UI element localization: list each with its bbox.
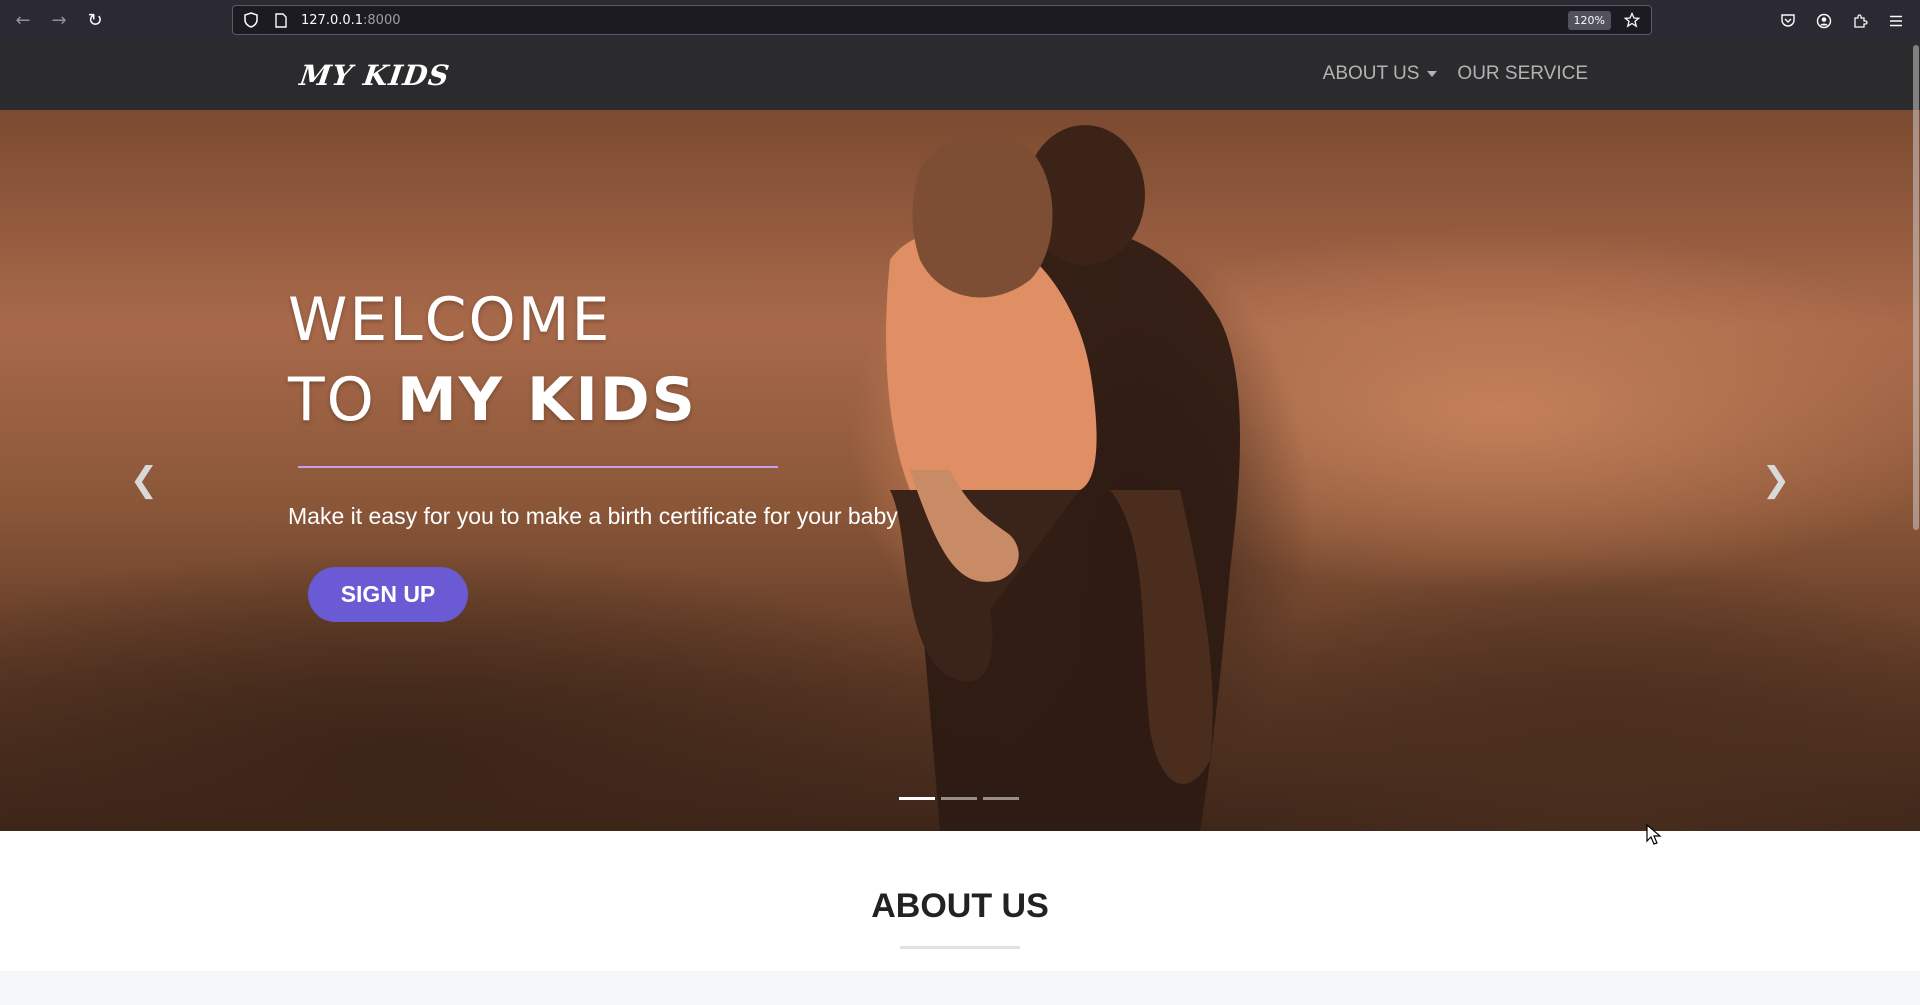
menu-icon[interactable] (1878, 3, 1914, 39)
hero-title-line1: WELCOME (288, 285, 612, 355)
nav-menu: ABOUT US OUR SERVICE (1323, 63, 1588, 85)
about-divider (900, 946, 1020, 949)
address-bar[interactable]: 127.0.0.1:8000 120% (232, 5, 1652, 35)
back-icon[interactable]: ← (5, 3, 41, 39)
about-title: ABOUT US (871, 887, 1049, 925)
carousel-next-icon[interactable]: ❯ (1761, 460, 1791, 500)
extensions-icon[interactable] (1842, 3, 1878, 39)
section-band (0, 971, 1920, 1005)
zoom-level[interactable]: 120% (1567, 11, 1611, 30)
hero-title-prefix: TO (288, 365, 397, 435)
reload-icon[interactable]: ↻ (77, 3, 113, 39)
sign-up-button[interactable]: SIGN UP (308, 567, 468, 622)
carousel-indicator-1[interactable] (899, 797, 935, 800)
nav-item-label: OUR SERVICE (1457, 63, 1588, 84)
hero-subtitle: Make it easy for you to make a birth cer… (288, 503, 898, 529)
brand-logo[interactable]: MY KIDS (298, 59, 452, 92)
hero-caption: WELCOME TO MY KIDS (288, 280, 697, 440)
toolbar-right-icons (1770, 0, 1914, 41)
shield-icon[interactable] (239, 8, 263, 32)
hero-divider (298, 466, 778, 468)
hero-carousel: WELCOME TO MY KIDS Make it easy for you … (0, 110, 1920, 831)
hero-title: WELCOME TO MY KIDS (288, 280, 697, 440)
nav-item-our-service[interactable]: OUR SERVICE (1457, 63, 1588, 85)
about-section: ABOUT US (0, 831, 1920, 971)
carousel-indicators (899, 797, 1019, 800)
caret-down-icon (1427, 71, 1438, 77)
page-icon (269, 8, 293, 32)
hero-photo (886, 125, 1240, 831)
pocket-icon[interactable] (1770, 3, 1806, 39)
hero-title-strong: MY KIDS (396, 365, 697, 435)
bookmark-star-icon[interactable] (1621, 9, 1643, 31)
carousel-indicator-3[interactable] (983, 797, 1019, 800)
scrollbar-thumb[interactable] (1913, 45, 1919, 530)
carousel-prev-icon[interactable]: ❮ (129, 460, 159, 500)
url-host: 127.0.0.1 (301, 12, 364, 28)
page-scrollbar[interactable] (1912, 41, 1920, 1005)
site-navbar: MY KIDS ABOUT US OUR SERVICE (0, 41, 1920, 110)
account-icon[interactable] (1806, 3, 1842, 39)
mouse-cursor-icon (1646, 824, 1662, 845)
forward-icon[interactable]: → (41, 3, 77, 39)
carousel-indicator-2[interactable] (941, 797, 977, 800)
url-text: 127.0.0.1:8000 (301, 13, 401, 28)
nav-item-label: ABOUT US (1322, 63, 1420, 84)
browser-toolbar: ← → ↻ 127.0.0.1:8000 120% (0, 0, 1920, 41)
url-port: :8000 (363, 12, 401, 28)
nav-item-about-us[interactable]: ABOUT US (1323, 63, 1438, 85)
hero-title-line2: TO MY KIDS (288, 360, 697, 440)
